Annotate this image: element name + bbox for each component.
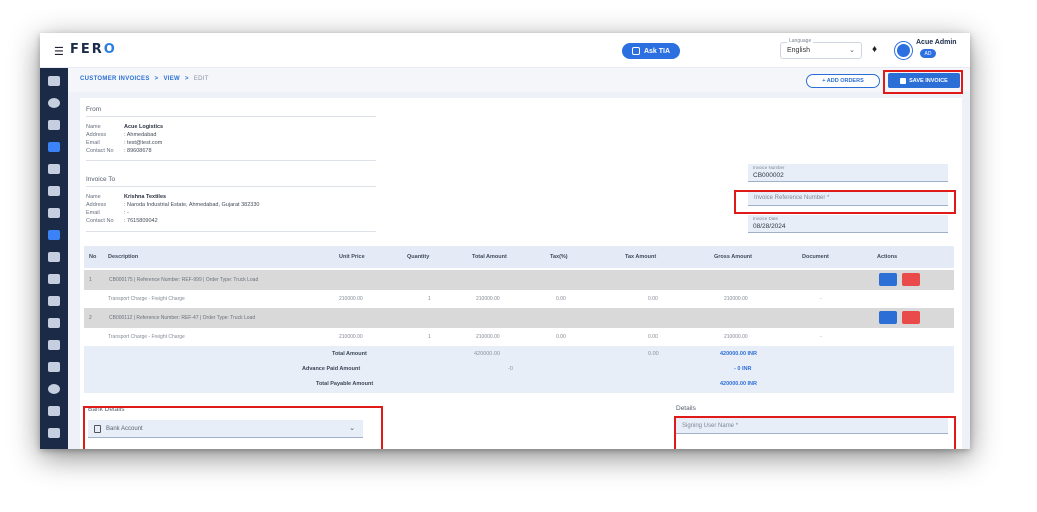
divider bbox=[86, 116, 376, 117]
breadcrumb-edit: EDIT bbox=[193, 76, 209, 82]
chat-icon bbox=[631, 47, 640, 55]
divider bbox=[86, 186, 376, 187]
highlight-save-invoice bbox=[883, 70, 963, 94]
sidebar bbox=[40, 68, 68, 449]
location-icon[interactable] bbox=[48, 384, 60, 394]
screenshot-frame: ☰ FERO Ask TIA Language English ⌄ ♦ Acue… bbox=[40, 33, 970, 449]
table-row: Transport Charge - Freight Charge 210000… bbox=[84, 328, 954, 346]
user-name: Acue Admin bbox=[916, 39, 957, 46]
file-icon[interactable] bbox=[48, 406, 60, 416]
chevron-down-icon: ⌄ bbox=[849, 47, 855, 54]
settings-icon[interactable] bbox=[48, 428, 60, 438]
delete-row-button[interactable] bbox=[902, 311, 920, 324]
add-orders-button[interactable]: + ADD ORDERS bbox=[806, 74, 880, 88]
card-icon[interactable] bbox=[48, 186, 60, 196]
wallet-icon[interactable] bbox=[48, 252, 60, 262]
invoice-card: From Name Acue Logistics Address: Ahmedab… bbox=[80, 98, 962, 449]
breadcrumb-view[interactable]: VIEW bbox=[163, 76, 180, 82]
highlight-bank-details bbox=[83, 406, 383, 449]
language-select[interactable]: Language English ⌄ bbox=[780, 38, 862, 59]
dashboard-icon[interactable] bbox=[48, 76, 60, 86]
breadcrumb: CUSTOMER INVOICES > VIEW > EDIT bbox=[80, 76, 209, 82]
edit-row-button[interactable] bbox=[879, 311, 897, 324]
invoice-to-title: Invoice To bbox=[86, 176, 116, 183]
table-row: Transport Charge - Freight Charge 210000… bbox=[84, 290, 954, 308]
user-role-badge: AD bbox=[920, 49, 936, 58]
invoice-date-field[interactable]: Invoice Date 08/28/2024 bbox=[748, 215, 948, 233]
users-icon[interactable] bbox=[48, 230, 60, 240]
globe-icon[interactable] bbox=[48, 98, 60, 108]
chart-icon[interactable] bbox=[48, 362, 60, 372]
breadcrumb-bar: CUSTOMER INVOICES > VIEW > EDIT + ADD ORDERS… bbox=[68, 68, 970, 92]
folder-icon[interactable] bbox=[48, 318, 60, 328]
language-value: English bbox=[787, 47, 810, 54]
table-group-row: 1 CB000175 | Reference Number: REF-999 | … bbox=[84, 270, 954, 290]
avatar[interactable] bbox=[895, 42, 912, 59]
from-details: Name Acue Logistics Address: Ahmedabad Em… bbox=[86, 124, 164, 154]
invoice-number-field[interactable]: Invoice Number CB000002 bbox=[748, 164, 948, 182]
bell-icon[interactable]: ♦ bbox=[872, 44, 877, 55]
table-header: No Description Unit Price Quantity Total… bbox=[84, 246, 954, 268]
hamburger-menu-icon[interactable]: ☰ bbox=[54, 45, 64, 58]
table-group-row: 2 CB000112 | Reference Number: REF-47 | O… bbox=[84, 308, 954, 328]
app-logo[interactable]: FERO bbox=[70, 42, 117, 57]
cart-icon[interactable] bbox=[48, 274, 60, 284]
document-icon[interactable] bbox=[48, 208, 60, 218]
report-icon[interactable] bbox=[48, 296, 60, 306]
from-title: From bbox=[86, 106, 102, 113]
totals-section: Total Amount 420000.00 0.00 420000.00 IN… bbox=[84, 346, 954, 393]
delivery-icon[interactable] bbox=[48, 164, 60, 174]
invoice-icon[interactable] bbox=[48, 142, 60, 152]
truck-icon[interactable] bbox=[48, 120, 60, 130]
divider bbox=[86, 160, 376, 161]
breadcrumb-customer-invoices[interactable]: CUSTOMER INVOICES bbox=[80, 76, 150, 82]
highlight-reference-field bbox=[734, 190, 956, 214]
edit-row-button[interactable] bbox=[879, 273, 897, 286]
delete-row-button[interactable] bbox=[902, 273, 920, 286]
main-content: CUSTOMER INVOICES > VIEW > EDIT + ADD ORDERS… bbox=[68, 68, 970, 449]
network-icon[interactable] bbox=[48, 340, 60, 350]
details-title: Details bbox=[676, 405, 696, 412]
highlight-signing-user bbox=[674, 416, 956, 449]
invoice-to-details: Name Krishna Textiles Address: Naroda Ind… bbox=[86, 194, 260, 224]
top-bar: ☰ FERO Ask TIA Language English ⌄ ♦ Acue… bbox=[40, 33, 970, 68]
ask-tia-button[interactable]: Ask TIA bbox=[622, 43, 680, 59]
divider bbox=[86, 231, 376, 232]
